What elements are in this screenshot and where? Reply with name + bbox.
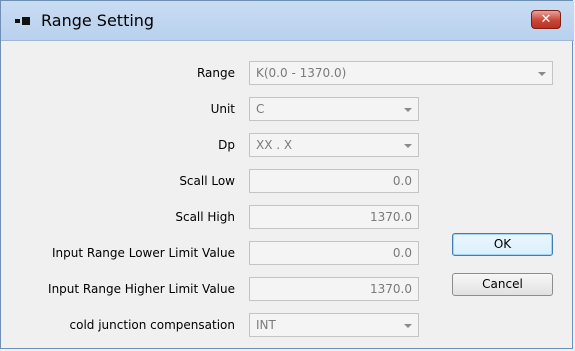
- input-higher-label: Input Range Higher Limit Value: [48, 282, 235, 296]
- close-icon: ✕: [540, 12, 552, 27]
- unit-select[interactable]: C: [249, 97, 419, 121]
- cold-junction-value: INT: [256, 318, 276, 332]
- close-button[interactable]: ✕: [531, 10, 561, 29]
- title-bar[interactable]: Range Setting ✕: [1, 1, 574, 41]
- cancel-button[interactable]: Cancel: [452, 273, 553, 296]
- input-higher-field[interactable]: 1370.0: [249, 277, 419, 301]
- chevron-down-icon: [404, 144, 412, 148]
- unit-value: C: [256, 102, 265, 116]
- input-lower-label: Input Range Lower Limit Value: [51, 246, 235, 260]
- unit-label: Unit: [210, 102, 235, 116]
- dp-label: Dp: [218, 138, 235, 152]
- range-select[interactable]: K(0.0 - 1370.0): [249, 61, 553, 85]
- input-lower-field[interactable]: 0.0: [249, 241, 419, 265]
- dp-select[interactable]: XX . X: [249, 133, 419, 157]
- scall-high-field[interactable]: 1370.0: [249, 205, 419, 229]
- window-title: Range Setting: [41, 11, 155, 30]
- dp-value: XX . X: [256, 138, 293, 152]
- ok-button[interactable]: OK: [452, 233, 553, 256]
- chevron-down-icon: [538, 72, 546, 76]
- scall-low-label: Scall Low: [179, 174, 235, 188]
- cold-junction-label: cold junction compensation: [69, 318, 235, 332]
- scall-low-field[interactable]: 0.0: [249, 169, 419, 193]
- chevron-down-icon: [404, 108, 412, 112]
- chevron-down-icon: [404, 324, 412, 328]
- scall-high-label: Scall High: [175, 210, 235, 224]
- range-value: K(0.0 - 1370.0): [256, 66, 347, 80]
- cold-junction-select[interactable]: INT: [249, 313, 419, 337]
- range-label: Range: [196, 66, 235, 80]
- app-icon: [15, 17, 35, 25]
- range-setting-dialog: Range Setting ✕ Range K(0.0 - 1370.0) Un…: [0, 0, 574, 349]
